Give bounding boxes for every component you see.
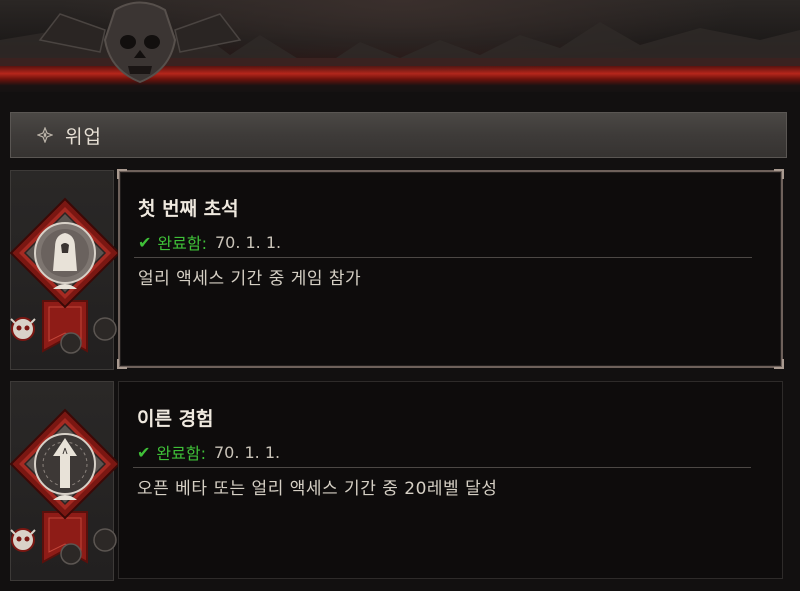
status-label: 완료함: (157, 234, 207, 253)
achievement-status: ✔ 완료함: 70. 1. 1. (138, 230, 281, 254)
selection-corner (774, 169, 784, 179)
achievement-row[interactable]: 이른 경험 ✔ 완료함: 70. 1. 1. 오픈 베타 또는 얼리 액세스 기… (9, 381, 795, 581)
check-icon: ✔ (137, 442, 151, 462)
section-header[interactable]: 위업 (10, 112, 787, 158)
achievement-card[interactable]: 이른 경험 ✔ 완료함: 70. 1. 1. 오픈 베타 또는 얼리 액세스 기… (118, 381, 783, 579)
achievement-description: 얼리 액세스 기간 중 게임 참가 (138, 269, 362, 289)
selection-corner (117, 359, 127, 369)
divider (134, 257, 752, 258)
achievement-row[interactable]: 첫 번째 초석 ✔ 완료함: 70. 1. 1. 얼리 액세스 기간 중 게임 … (9, 169, 795, 370)
status-date: 70. 1. 1. (214, 232, 282, 252)
hooded-figure-icon (9, 197, 121, 354)
skull-ornament-icon (0, 1, 800, 84)
achievement-title: 첫 번째 초석 (138, 198, 239, 220)
achievement-emblem-frame (9, 170, 121, 370)
selection-corner (117, 169, 127, 179)
achievement-emblem-frame (9, 381, 121, 581)
achievement-card[interactable]: 첫 번째 초석 ✔ 완료함: 70. 1. 1. 얼리 액세스 기간 중 게임 … (117, 169, 784, 369)
status-label: 완료함: (156, 444, 206, 463)
divider (133, 467, 751, 468)
section-title: 위업 (65, 125, 102, 148)
selection-corner (774, 359, 784, 369)
achievement-status: ✔ 완료함: 70. 1. 1. (137, 440, 280, 464)
achievement-title: 이른 경험 (137, 408, 214, 430)
achievement-description: 오픈 베타 또는 얼리 액세스 기간 중 20레벨 달성 (137, 479, 498, 499)
arrow-up-icon (9, 408, 121, 565)
top-banner (0, 0, 800, 92)
status-date: 70. 1. 1. (213, 442, 281, 462)
check-icon: ✔ (138, 232, 152, 252)
diamond-bullet-icon (35, 125, 55, 145)
